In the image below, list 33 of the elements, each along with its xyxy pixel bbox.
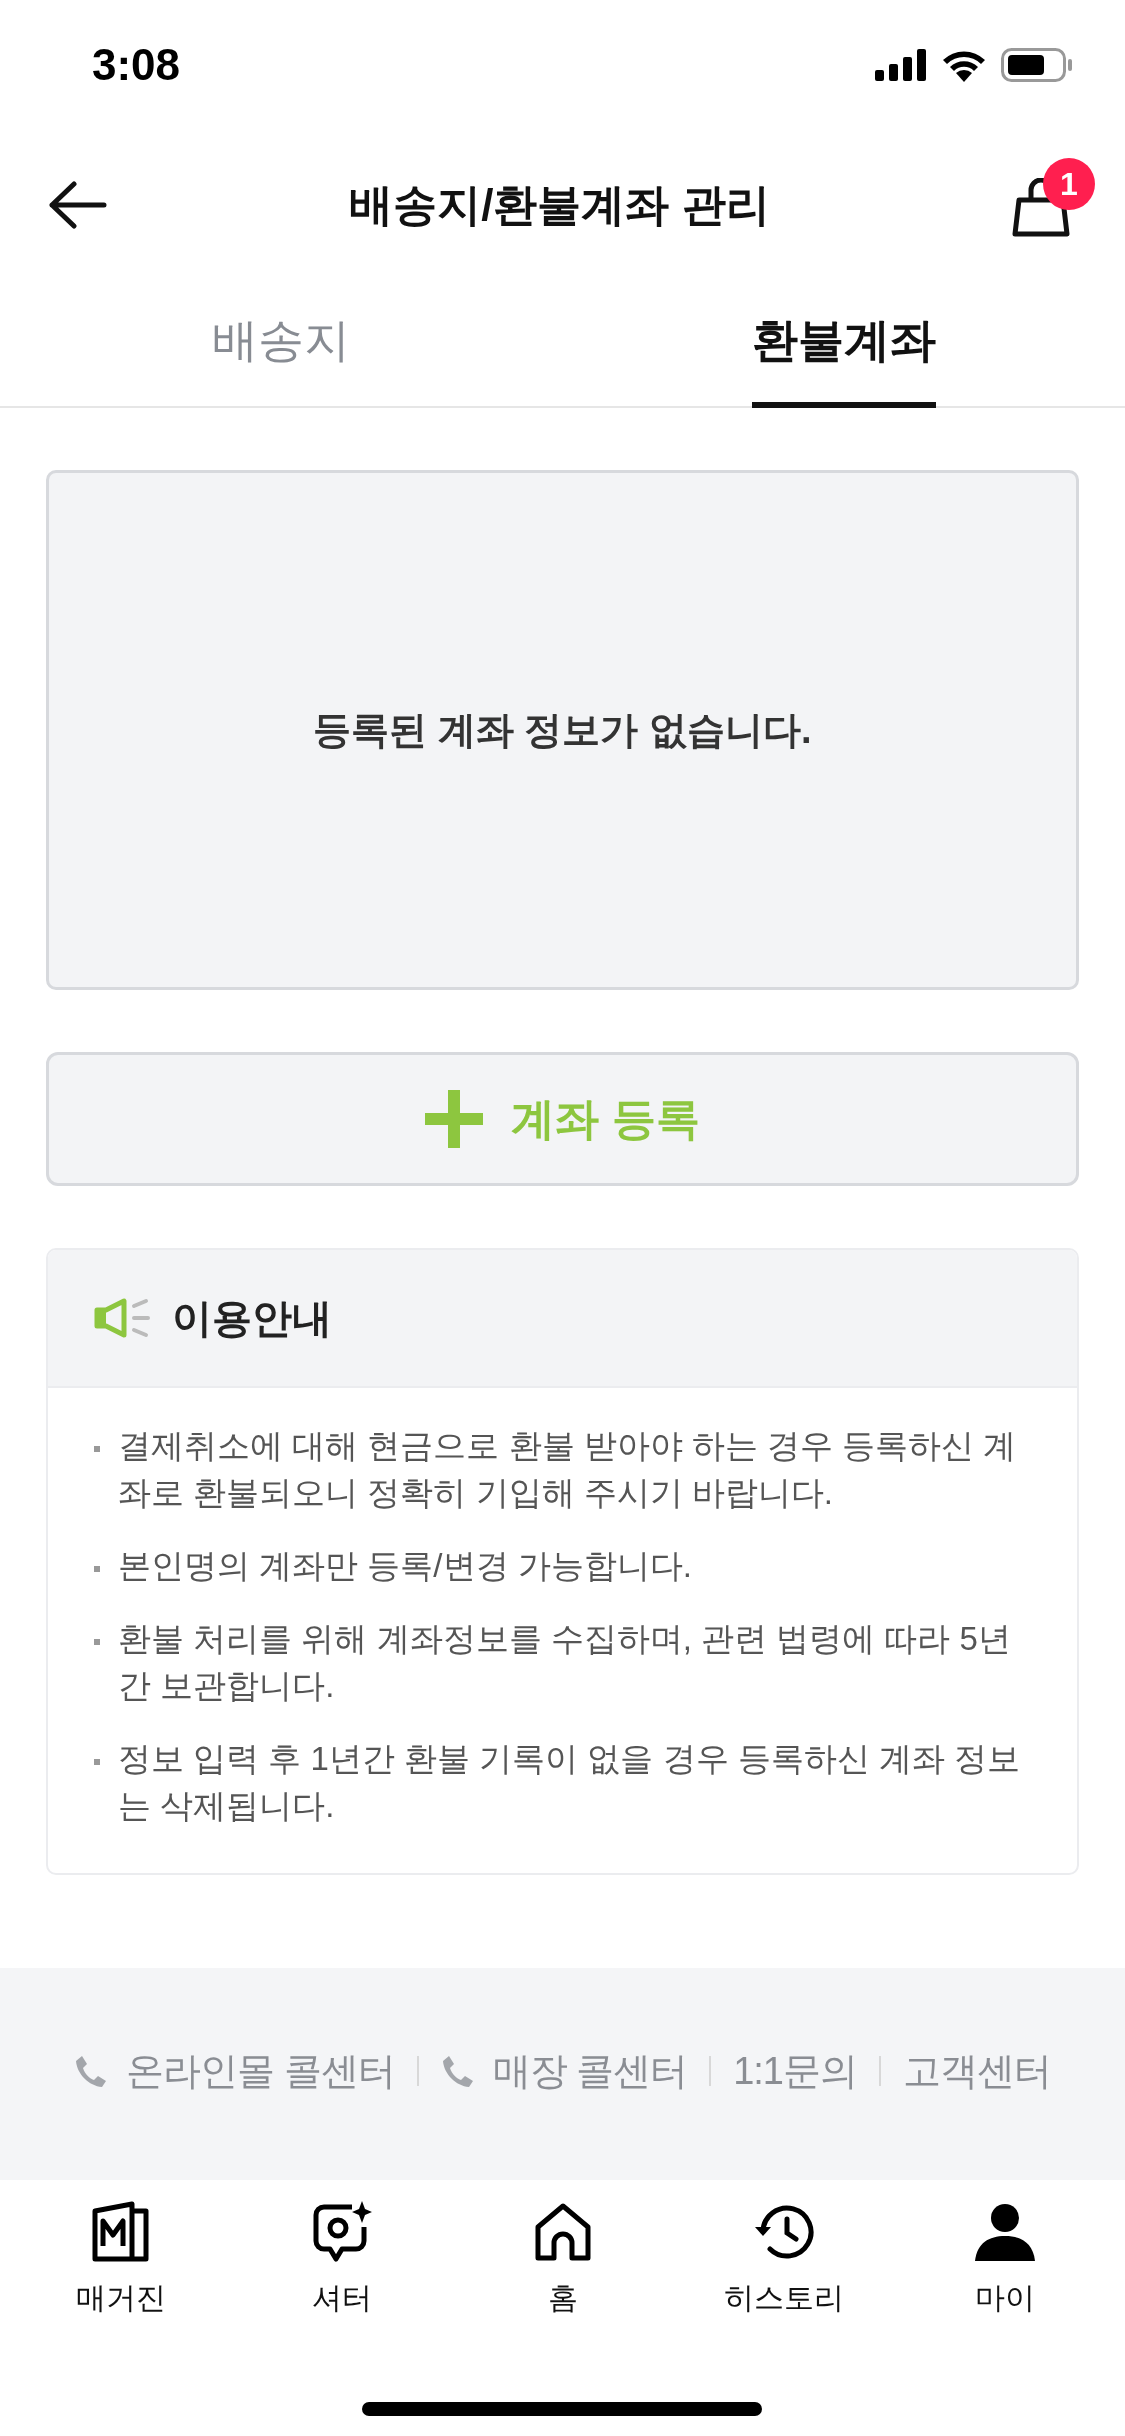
- battery-icon: [1001, 48, 1073, 82]
- bullet-icon: [94, 1566, 100, 1572]
- bullet-icon: [94, 1446, 100, 1452]
- camera-chat-icon: [311, 2201, 372, 2263]
- tab[interactable]: 환불계좌: [751, 280, 936, 408]
- nav-item[interactable]: 셔터: [231, 2180, 452, 2319]
- back-arrow-icon: [48, 181, 108, 229]
- notice-text: 결제취소에 대해 현금으로 환불 받아야 하는 경우 등록하신 계좌로 환불되오니 정확히 기입해 주시기 바랍니다.: [118, 1426, 1018, 1513]
- notice-text: 본인명의 계좌만 등록/변경 가능합니다.: [118, 1546, 692, 1586]
- history-icon: [752, 2203, 815, 2261]
- status-time: 3:08: [92, 40, 181, 90]
- plus-icon: [425, 1090, 484, 1148]
- notice-text: 환불 처리를 위해 계좌정보를 수집하며, 관련 법령에 따라 5년간 보관합니다.: [118, 1619, 1012, 1706]
- person-icon: [974, 2203, 1035, 2261]
- nav-item[interactable]: 히스토리: [673, 2180, 894, 2319]
- page-title: 배송지/환불계좌 관리: [349, 178, 770, 231]
- nav-item[interactable]: 홈: [452, 2180, 673, 2319]
- cart-count-badge: 1: [1043, 158, 1095, 210]
- back-button[interactable]: [48, 181, 108, 229]
- bullet-icon: [94, 1759, 100, 1765]
- megaphone-icon: [94, 1298, 150, 1338]
- nav-item[interactable]: 매거진: [10, 2180, 231, 2319]
- magazine-icon: [91, 2201, 150, 2263]
- phone-icon: [74, 2054, 108, 2088]
- notice-text: 정보 입력 후 1년간 환불 기록이 없을 경우 등록하신 계좌 정보는 삭제됩니다.: [118, 1739, 1022, 1826]
- home-icon: [533, 2203, 592, 2261]
- bullet-icon: [94, 1639, 100, 1645]
- nav-item[interactable]: 마이: [894, 2180, 1115, 2319]
- signal-icon: [875, 49, 927, 81]
- phone-icon: [440, 2054, 475, 2088]
- empty-message: 등록된 계좌 정보가 없습니다.: [313, 707, 812, 753]
- notice-title: 이용안내: [172, 1294, 332, 1342]
- wifi-icon: [941, 48, 987, 82]
